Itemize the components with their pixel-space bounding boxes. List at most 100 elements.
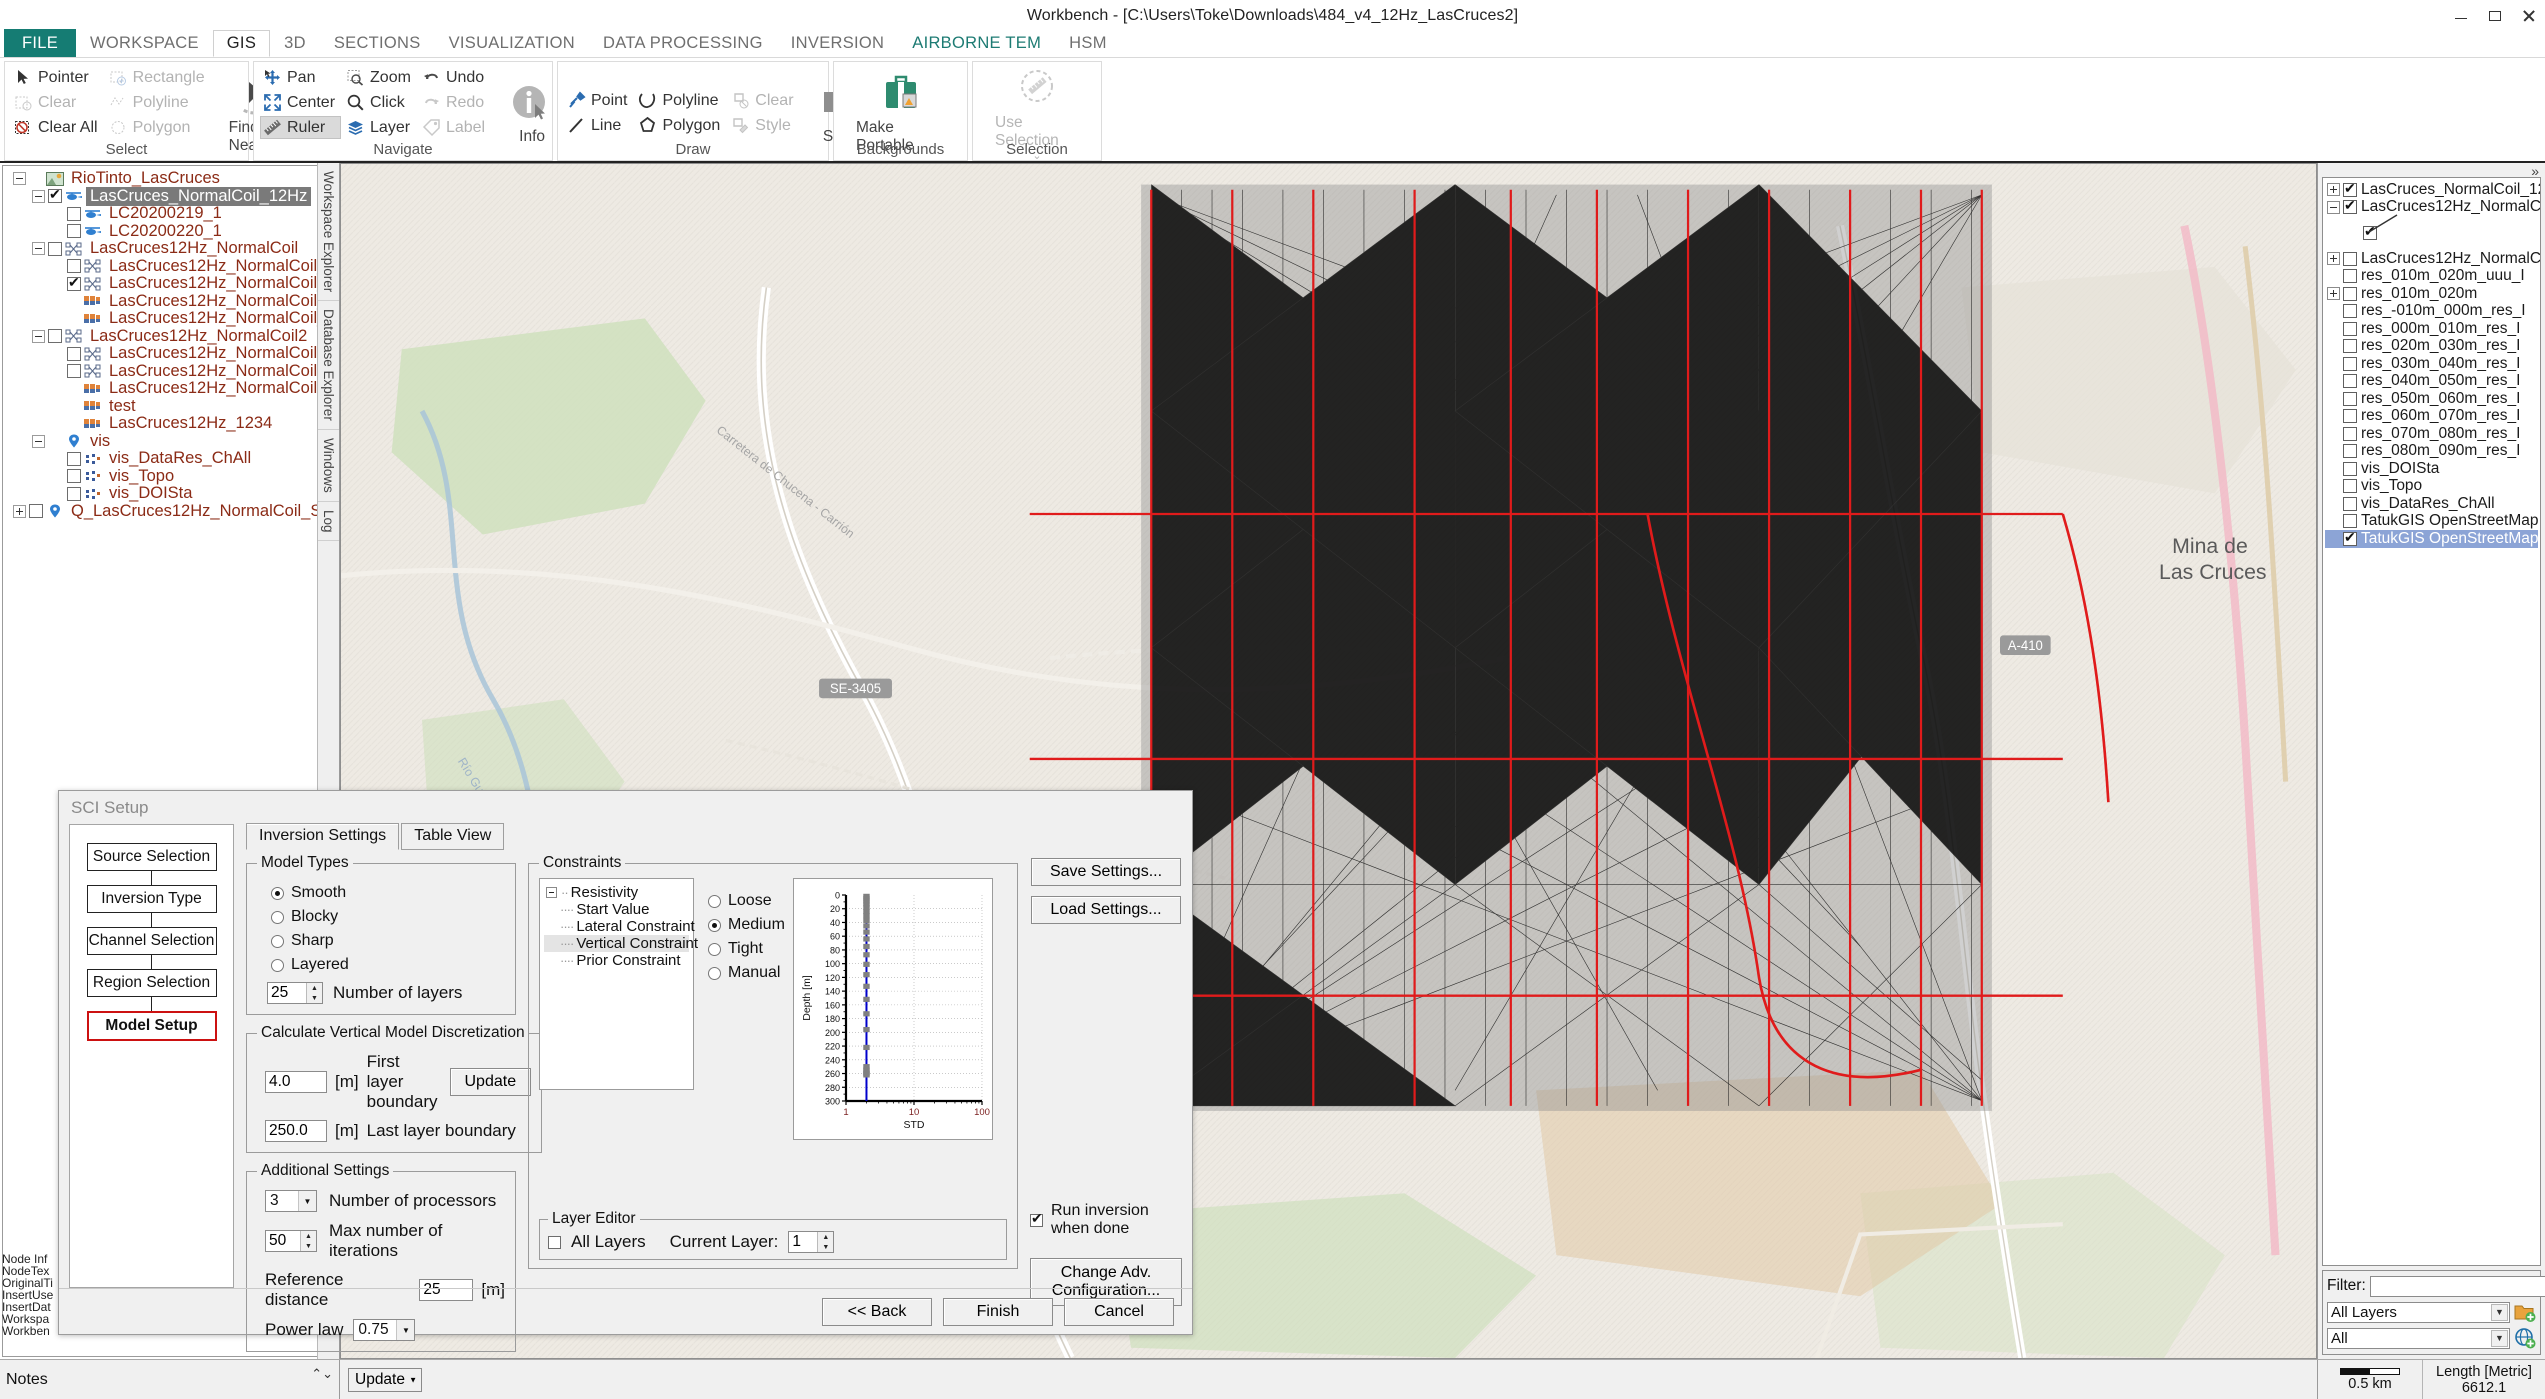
layer-visibility-checkbox[interactable] <box>2343 461 2357 476</box>
current-layer-input[interactable] <box>789 1232 818 1252</box>
add-web-layer-icon[interactable] <box>2514 1327 2536 1349</box>
layer-list-item[interactable]: LasCruces_NormalCoil_12Hz <box>2325 180 2540 199</box>
ribbon-tab-data-processing[interactable]: DATA PROCESSING <box>589 30 777 57</box>
first-layer-boundary-input[interactable] <box>265 1071 327 1093</box>
workspace-tree-item[interactable]: test <box>7 397 334 416</box>
workspace-item-checkbox[interactable] <box>29 504 43 519</box>
load-settings-button[interactable]: Load Settings... <box>1031 896 1181 924</box>
tab-inversion-settings[interactable]: Inversion Settings <box>246 823 400 850</box>
layer-visibility-checkbox[interactable] <box>2343 269 2357 284</box>
layer-list-item[interactable] <box>2325 214 2538 250</box>
tool-draw-polygon[interactable]: Polygon <box>635 114 726 137</box>
layer-visibility-checkbox[interactable] <box>2343 514 2357 529</box>
constraint-tree-item[interactable]: ···· Vertical Constraint <box>544 935 698 952</box>
layer-list-item[interactable]: res_060m_070m_res_I <box>2325 407 2538 426</box>
layer-list-item[interactable]: res_-010m_000m_res_I <box>2325 302 2538 321</box>
tool-click[interactable]: Click <box>343 91 417 114</box>
radio-sharp[interactable]: Sharp <box>271 932 505 950</box>
layer-expander-icon[interactable] <box>2327 287 2340 301</box>
ribbon-tab-inversion[interactable]: INVERSION <box>777 30 898 57</box>
side-tab-database-explorer[interactable]: Database Explorer <box>318 301 339 431</box>
radio-loose[interactable]: Loose <box>708 892 785 910</box>
layer-visibility-checkbox[interactable] <box>2343 286 2357 301</box>
layer-expander-icon[interactable] <box>2327 252 2340 266</box>
layer-list-item[interactable]: vis_DataRes_ChAll <box>2325 495 2538 513</box>
layer-visibility-checkbox[interactable] <box>2343 339 2357 354</box>
stepper-buttons[interactable]: ▲ ▼ <box>817 1232 834 1252</box>
layer-list-item[interactable]: TatukGIS OpenStreetMap Tiles (Englis <box>2325 512 2540 531</box>
minimize-icon[interactable] <box>2453 8 2469 24</box>
radio-manual[interactable]: Manual <box>708 964 785 982</box>
ribbon-tab-gis[interactable]: GIS <box>212 30 271 57</box>
workspace-item-checkbox[interactable] <box>67 364 81 379</box>
ribbon-tab-file[interactable]: FILE <box>4 29 77 57</box>
layer-visibility-checkbox[interactable] <box>2343 391 2357 406</box>
wizard-step-channel-selection[interactable]: Channel Selection <box>86 927 217 955</box>
notes-pane[interactable]: Notes ⌃⌄ <box>0 1360 340 1399</box>
radio-layered[interactable]: Layered <box>271 956 505 974</box>
workspace-item-checkbox[interactable] <box>67 451 81 466</box>
add-folder-icon[interactable] <box>2514 1301 2536 1323</box>
stepper-buttons[interactable]: ▲ ▼ <box>306 983 322 1003</box>
collapse-chevron-icon[interactable]: » <box>2531 163 2539 179</box>
layer-visibility-checkbox[interactable] <box>2343 444 2357 459</box>
workspace-tree-item[interactable]: LasCruces12Hz_NormalCoil2_Cons <box>7 362 336 381</box>
tool-label[interactable]: Label <box>419 116 491 139</box>
workspace-item-checkbox[interactable] <box>67 346 81 361</box>
constraint-tree-item[interactable]: ···· Lateral Constraint <box>544 918 695 935</box>
layer-list-item[interactable]: res_080m_090m_res_I <box>2325 442 2538 461</box>
update-button[interactable]: Update ▼ <box>348 1367 422 1392</box>
workspace-tree-item[interactable]: vis_DOISta <box>7 484 334 503</box>
layer-visibility-checkbox[interactable] <box>2343 479 2357 494</box>
wizard-step-model-setup[interactable]: Model Setup <box>86 1011 217 1041</box>
layer-visibility-checkbox[interactable] <box>2343 180 2357 197</box>
constraints-tree[interactable]: ·· Resistivity ···· Start Value ···· Lateral … <box>539 878 698 1090</box>
tool-undo[interactable]: Undo <box>419 66 491 89</box>
workspace-item-checkbox[interactable] <box>67 259 81 274</box>
run-inversion-row[interactable]: Run inversion when done <box>1030 1202 1182 1238</box>
workspace-tree-item[interactable]: LasCruces12Hz_NormalCoil2 <box>7 327 334 346</box>
last-layer-boundary-input[interactable] <box>265 1120 327 1142</box>
number-of-layers-input[interactable] <box>268 983 306 1003</box>
tool-rectangle[interactable]: Rectangle <box>106 66 211 89</box>
ribbon-tab-hsm[interactable]: HSM <box>1055 30 1121 57</box>
workspace-item-checkbox[interactable] <box>67 274 81 291</box>
tool-line[interactable]: Line <box>564 114 633 137</box>
tool-polygon-select[interactable]: Polygon <box>106 116 211 139</box>
radio-tight[interactable]: Tight <box>708 940 785 958</box>
tool-center[interactable]: Center <box>260 91 341 114</box>
save-settings-button[interactable]: Save Settings... <box>1031 858 1181 886</box>
tree-expander-icon[interactable] <box>13 504 26 518</box>
close-icon[interactable] <box>2521 8 2537 24</box>
wizard-step-source-selection[interactable]: Source Selection <box>86 843 217 871</box>
tool-layer[interactable]: Layer <box>343 116 417 139</box>
layer-list-item[interactable]: res_000m_010m_res_I <box>2325 320 2538 338</box>
tree-expander-icon[interactable] <box>32 329 45 343</box>
workspace-item-checkbox[interactable] <box>48 329 62 344</box>
layers-select[interactable]: All Layers ▼ <box>2327 1301 2510 1323</box>
run-inversion-checkbox[interactable] <box>1030 1210 1043 1227</box>
stepper-buttons[interactable]: ▲ ▼ <box>300 1231 316 1251</box>
workspace-tree-item[interactable]: LasCruces12Hz_NormalCoil <box>7 239 334 258</box>
layer-visibility-checkbox[interactable] <box>2343 529 2357 546</box>
workspace-item-checkbox[interactable] <box>67 206 81 221</box>
workspace-tree-item[interactable]: vis_DataRes_ChAll <box>7 449 334 468</box>
maximize-icon[interactable] <box>2487 8 2503 24</box>
constraint-tree-item[interactable]: ···· Prior Constraint <box>544 952 689 969</box>
layer-expander-icon[interactable] <box>2327 200 2340 214</box>
tool-redo[interactable]: Redo <box>419 91 491 114</box>
finish-button[interactable]: Finish <box>943 1297 1053 1326</box>
side-tab-workspace-explorer[interactable]: Workspace Explorer <box>318 163 339 302</box>
current-layer-stepper[interactable]: ▲▼ <box>788 1231 835 1253</box>
workspace-tree-item[interactable]: LasCruces12Hz_NormalCoil_Sec <box>7 257 336 276</box>
ribbon-tab-visualization[interactable]: VISUALIZATION <box>435 30 589 57</box>
ribbon-tab-workspace[interactable]: WORKSPACE <box>76 30 213 57</box>
wizard-step-inversion-type[interactable]: Inversion Type <box>86 885 217 913</box>
layer-visibility-checkbox[interactable] <box>2343 374 2357 389</box>
workspace-tree-item[interactable]: LasCruces12Hz_1234 <box>7 414 334 433</box>
ribbon-tab-3d[interactable]: 3D <box>270 30 320 57</box>
workspace-tree-item[interactable]: Q_LasCruces12Hz_NormalCoil_SCI <box>7 502 336 521</box>
workspace-item-checkbox[interactable] <box>48 186 62 204</box>
workspace-item-checkbox[interactable] <box>67 224 81 239</box>
workspace-tree-item[interactable]: vis_Topo <box>7 467 334 486</box>
